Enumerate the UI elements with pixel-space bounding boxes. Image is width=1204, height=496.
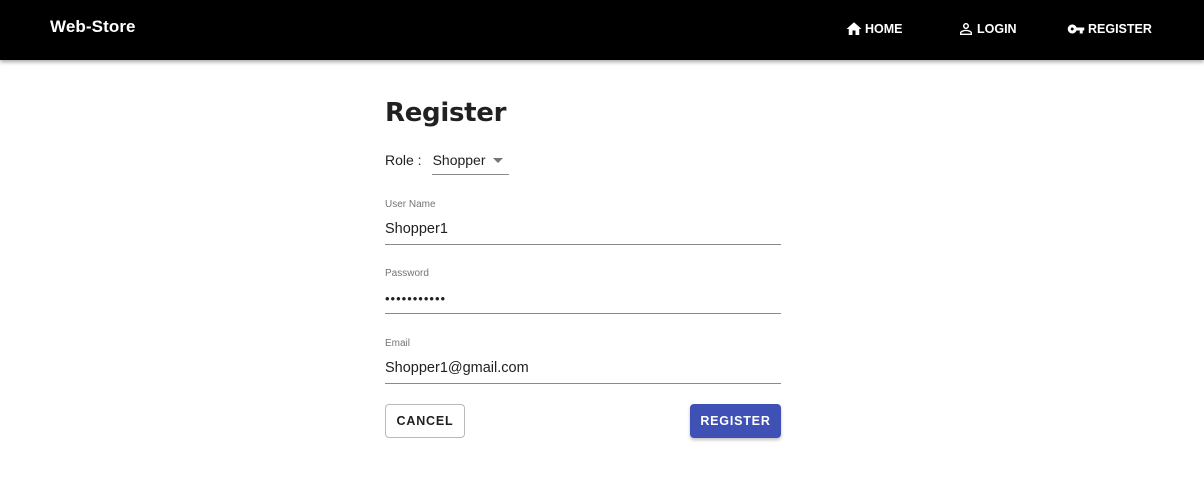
nav-login[interactable]: LOGIN	[957, 19, 1017, 39]
role-value: Shopper	[432, 152, 486, 168]
role-label: Role :	[385, 152, 422, 168]
role-row: Role : Shopper	[385, 147, 509, 175]
password-input[interactable]	[385, 287, 781, 309]
nav-home-label: HOME	[865, 22, 903, 36]
brand-title[interactable]: Web-Store	[50, 17, 136, 37]
key-icon	[1066, 20, 1086, 38]
register-button[interactable]: REGISTER	[690, 404, 781, 438]
page-title: Register	[385, 98, 507, 128]
register-form: Register Role : Shopper User Name Passwo…	[385, 98, 781, 438]
email-label: Email	[385, 338, 411, 349]
password-field: Password	[385, 268, 781, 314]
dropdown-arrow-icon	[492, 158, 503, 163]
email-input[interactable]	[385, 357, 781, 379]
cancel-button[interactable]: CANCEL	[385, 404, 465, 438]
username-input[interactable]	[385, 218, 781, 240]
app-bar: Web-Store HOME LOGIN REGISTER	[0, 0, 1204, 60]
password-label: Password	[385, 268, 429, 279]
home-icon	[845, 20, 863, 38]
role-select[interactable]: Shopper	[431, 147, 509, 175]
username-label: User Name	[385, 199, 436, 210]
nav-home[interactable]: HOME	[845, 19, 903, 39]
email-field: Email	[385, 338, 781, 384]
nav-register[interactable]: REGISTER	[1066, 19, 1152, 39]
person-icon	[957, 20, 975, 38]
username-field: User Name	[385, 199, 781, 245]
nav-login-label: LOGIN	[977, 22, 1017, 36]
nav-register-label: REGISTER	[1088, 22, 1152, 36]
